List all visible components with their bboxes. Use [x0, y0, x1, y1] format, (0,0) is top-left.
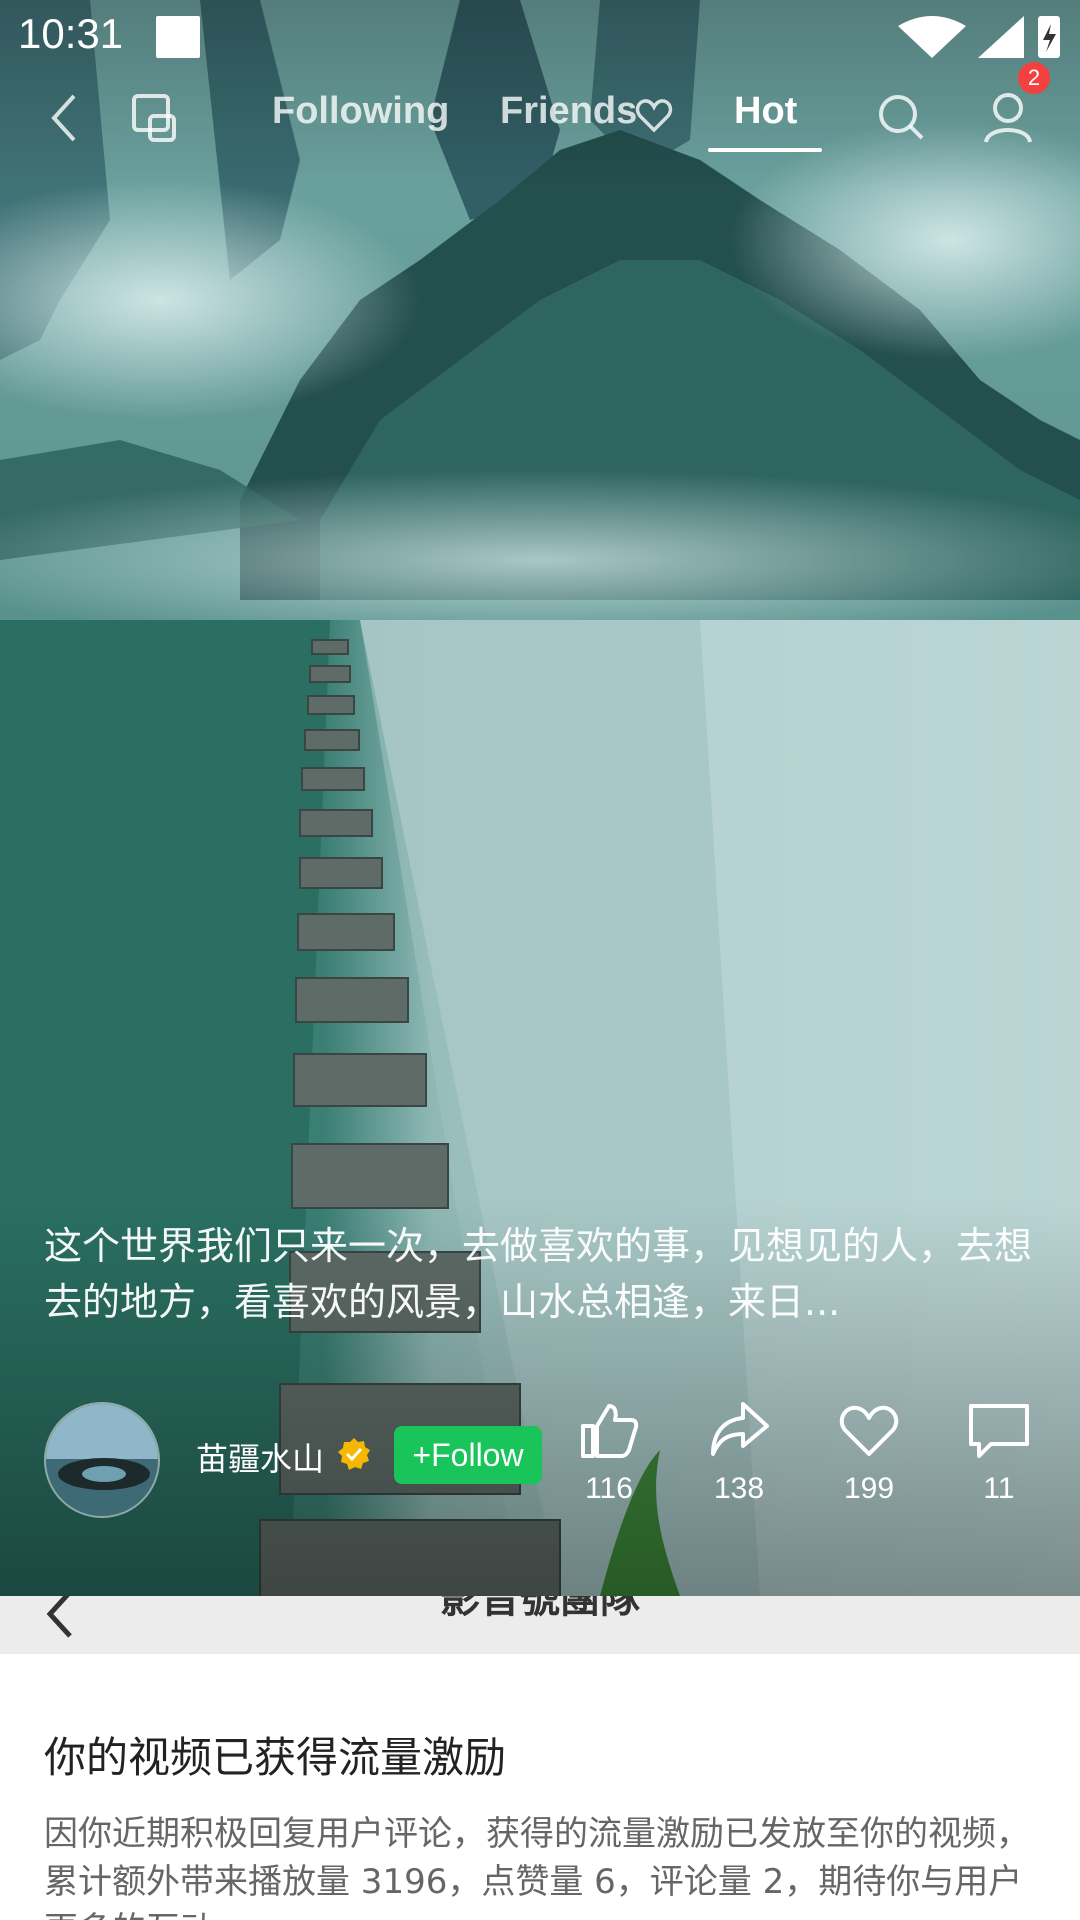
status-time: 10:31 — [18, 10, 124, 57]
notification-icon — [156, 16, 200, 58]
notification-panel[interactable]: 你的视频已获得流量激励 因你近期积极回复用户评论，获得的流量激励已发放至你的视频… — [0, 1654, 1080, 1920]
back-icon[interactable] — [44, 88, 84, 148]
like-count: 116 — [585, 1472, 633, 1505]
profile-badge: 2 — [1018, 62, 1050, 94]
avatar[interactable] — [44, 1402, 160, 1518]
tab-friends[interactable]: Friends — [500, 90, 637, 133]
heart-icon — [839, 1405, 899, 1456]
active-tab-indicator — [708, 148, 822, 152]
comment-count: 11 — [983, 1472, 1015, 1505]
comment-icon — [969, 1404, 1029, 1458]
author-name[interactable]: 苗疆水山 — [196, 1434, 324, 1480]
share-count: 138 — [713, 1472, 765, 1505]
share-action[interactable]: 138 — [684, 1398, 794, 1506]
panel-header: 影音號團隊 — [0, 1596, 1080, 1654]
panel-title: 影音號團隊 — [440, 1596, 640, 1622]
notice-text: 因你近期积极回复用户评论，获得的流量激励已发放至你的视频，累计额外带来播放量 3… — [44, 1814, 1030, 1920]
notice-title: 你的视频已获得流量激励 — [44, 1733, 507, 1782]
favorite-count: 199 — [843, 1472, 895, 1505]
share-icon — [711, 1402, 769, 1456]
profile-icon[interactable] — [982, 88, 1034, 148]
video-frame — [0, 0, 1080, 1596]
status-bar: 10:31 — [0, 0, 1080, 76]
tab-following[interactable]: Following — [272, 90, 449, 133]
avatar-image — [46, 1404, 158, 1516]
search-icon[interactable] — [876, 88, 926, 148]
wifi-icon — [898, 16, 966, 58]
tab-hot[interactable]: Hot — [734, 90, 797, 133]
video-player[interactable]: 10:31 Following Friends Hot 2 这个世界我们只来一次… — [0, 0, 1080, 1596]
comment-action[interactable]: 11 — [944, 1398, 1054, 1506]
verified-badge-icon — [338, 1438, 370, 1470]
multi-window-icon[interactable] — [130, 88, 180, 148]
signal-icon — [978, 16, 1024, 58]
top-nav: Following Friends Hot — [0, 80, 1080, 160]
system-status-icons — [898, 16, 1060, 58]
thumbs-up-icon — [581, 1404, 639, 1458]
post-caption[interactable]: 这个世界我们只来一次，去做喜欢的事，见想见的人，去想去的地方，看喜欢的风景，山水… — [44, 1218, 1034, 1330]
heart-outline-icon — [635, 99, 673, 133]
like-action[interactable]: 116 — [554, 1398, 664, 1506]
favorite-action[interactable]: 199 — [814, 1398, 924, 1506]
follow-button[interactable]: +Follow — [394, 1426, 542, 1484]
